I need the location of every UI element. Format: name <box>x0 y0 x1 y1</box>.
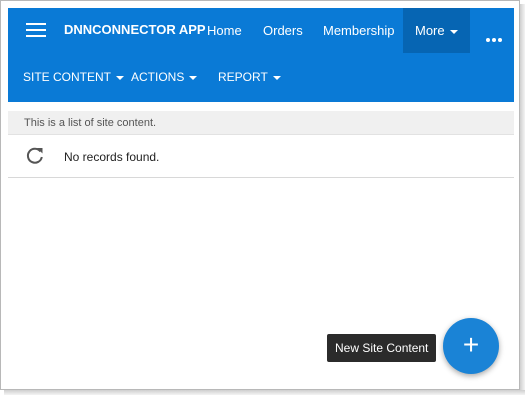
caret-down-icon <box>116 75 125 80</box>
caret-down-icon <box>272 75 281 80</box>
nav-more[interactable]: More <box>403 8 470 53</box>
plus-icon: + <box>462 329 480 360</box>
menu-report-label: REPORT <box>218 70 268 84</box>
no-records-text: No records found. <box>64 150 160 164</box>
nav-home[interactable]: Home <box>207 8 242 53</box>
window-shadow-right <box>520 4 525 395</box>
empty-row: No records found. <box>8 136 514 178</box>
window-shadow-bottom <box>4 390 525 395</box>
app-window: DNNCONNECTOR APP Home Orders Membership … <box>0 0 520 390</box>
more-dots-icon[interactable] <box>486 29 504 47</box>
new-site-content-button[interactable]: + <box>443 318 499 374</box>
hamburger-icon[interactable] <box>26 23 46 38</box>
nav-membership[interactable]: Membership <box>323 8 395 53</box>
list-description: This is a list of site content. <box>8 111 514 135</box>
menu-site-content[interactable]: SITE CONTENT <box>23 53 125 102</box>
menu-report[interactable]: REPORT <box>218 53 281 102</box>
refresh-icon[interactable] <box>26 147 44 165</box>
caret-down-icon <box>449 29 458 34</box>
fab-tooltip: New Site Content <box>327 334 437 362</box>
menu-site-content-label: SITE CONTENT <box>23 70 112 84</box>
top-nav: DNNCONNECTOR APP Home Orders Membership … <box>8 8 514 53</box>
app-title[interactable]: DNNCONNECTOR APP <box>64 22 206 37</box>
app-bar: DNNCONNECTOR APP Home Orders Membership … <box>8 8 514 102</box>
nav-more-label: More <box>415 23 445 38</box>
caret-down-icon <box>189 75 198 80</box>
menu-actions[interactable]: ACTIONS <box>131 53 198 102</box>
menu-actions-label: ACTIONS <box>131 70 185 84</box>
nav-orders[interactable]: Orders <box>263 8 303 53</box>
